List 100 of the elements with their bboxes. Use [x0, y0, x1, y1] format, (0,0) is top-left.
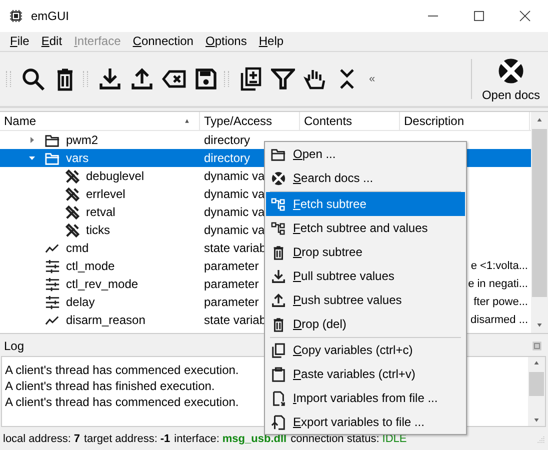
resize-grip-icon[interactable]: [535, 434, 545, 444]
filter-icon[interactable]: [271, 67, 295, 92]
copy-icon: [271, 342, 286, 358]
hand-icon[interactable]: [303, 67, 327, 92]
window-title: emGUI: [31, 9, 70, 23]
column-header[interactable]: Name: [0, 112, 200, 130]
menu-item[interactable]: Pull subtree values: [266, 264, 465, 288]
trash-icon: [271, 316, 286, 332]
status-label: interface:: [174, 433, 220, 446]
save-icon[interactable]: [194, 67, 218, 92]
menu-item[interactable]: Open ...: [266, 142, 465, 166]
tree-icon: [271, 220, 286, 236]
search-icon[interactable]: [21, 67, 45, 92]
scrollbar[interactable]: [531, 112, 548, 334]
overflow-button[interactable]: «: [369, 73, 376, 86]
scroll-down-icon[interactable]: [532, 417, 541, 424]
description-text: e <1:volta...: [470, 260, 528, 272]
lifebuoy-icon: [271, 170, 286, 186]
item-name[interactable]: disarm_reason: [66, 313, 146, 328]
float-panel-icon[interactable]: [532, 341, 542, 352]
menu-item[interactable]: Search docs ...: [266, 166, 465, 190]
menu-item[interactable]: File: [4, 34, 36, 48]
upload-icon: [271, 292, 286, 308]
description-text: fter powe...: [474, 296, 528, 308]
scroll-up-icon[interactable]: [535, 117, 544, 124]
sliders-icon: [45, 294, 60, 310]
tools-icon: [65, 222, 80, 238]
menu-item[interactable]: Fetch subtree and values: [266, 216, 465, 240]
column-header[interactable]: Contents: [300, 112, 400, 130]
menu-item[interactable]: Copy variables (ctrl+c): [266, 338, 465, 362]
menu-item[interactable]: Export variables to file ...: [266, 410, 465, 434]
folder-icon: [45, 150, 60, 166]
file-import-icon: [271, 390, 286, 406]
type-text: parameter: [204, 277, 259, 292]
item-name[interactable]: ctl_mode: [66, 259, 115, 274]
clipboard-icon: [271, 366, 286, 382]
tree-icon: [271, 196, 286, 212]
panel-title: Log: [4, 339, 24, 354]
status-value: msg_usb.dll: [222, 433, 287, 446]
item-name[interactable]: ticks: [86, 223, 110, 238]
type-text: directory: [204, 133, 250, 148]
item-name[interactable]: debuglevel: [86, 169, 144, 184]
menu-item[interactable]: Push subtree values: [266, 288, 465, 312]
menu-item[interactable]: Drop subtree: [266, 240, 465, 264]
open-docs-button[interactable]: Open docs: [478, 56, 548, 102]
tools-icon: [65, 168, 80, 184]
tools-icon: [65, 186, 80, 202]
file-export-icon: [271, 414, 286, 430]
menu-item[interactable]: Import variables from file ...: [266, 386, 465, 410]
item-name[interactable]: pwm2: [66, 133, 98, 148]
status-label: local address:: [3, 433, 71, 446]
trash-icon: [271, 244, 286, 260]
item-name[interactable]: retval: [86, 205, 116, 220]
log-line: A client's thread has commenced execution.: [5, 394, 239, 410]
scroll-up-icon[interactable]: [532, 360, 541, 366]
column-header[interactable]: Description: [400, 112, 530, 130]
menu-item[interactable]: Connection: [126, 34, 200, 48]
item-name[interactable]: vars: [66, 151, 89, 166]
menu-item[interactable]: Help: [252, 34, 290, 48]
chip-icon: [8, 8, 24, 24]
lifebuoy-icon: [496, 56, 525, 85]
status-value: 7: [74, 433, 80, 446]
item-name[interactable]: errlevel: [86, 187, 126, 202]
sliders-icon: [45, 276, 60, 292]
document-add-icon[interactable]: [239, 67, 263, 92]
download-icon: [271, 268, 286, 284]
item-name[interactable]: ctl_rev_mode: [66, 277, 138, 292]
status-value: -1: [160, 433, 170, 446]
download-icon[interactable]: [98, 67, 122, 92]
type-text: directory: [204, 151, 250, 166]
log-line: A client's thread has finished execution.: [5, 378, 215, 394]
menu-item[interactable]: Options: [199, 34, 253, 48]
status-label: target address:: [84, 433, 158, 446]
status-label: connection status:: [290, 433, 380, 446]
log-line: A client's thread has commenced execution.: [5, 362, 239, 378]
type-text: parameter: [204, 259, 259, 274]
description-text: disarmed ...: [470, 314, 528, 326]
scroll-thumb[interactable]: [529, 372, 544, 396]
item-name[interactable]: delay: [66, 295, 95, 310]
type-text: parameter: [204, 295, 259, 310]
collapsed-arrow-icon[interactable]: [28, 136, 36, 144]
column-header[interactable]: Type/Access: [200, 112, 300, 130]
menu-item[interactable]: Edit: [35, 34, 68, 48]
menu-item[interactable]: Fetch subtree: [266, 192, 465, 216]
type-text: dynamic va: [204, 169, 265, 184]
description-text: e in negati...: [468, 278, 528, 290]
tools-icon: [65, 204, 80, 220]
item-name[interactable]: cmd: [66, 241, 89, 256]
type-text: dynamic va: [204, 187, 265, 202]
expanded-arrow-icon[interactable]: [28, 154, 36, 162]
menu-item[interactable]: Paste variables (ctrl+v): [266, 362, 465, 386]
scroll-down-icon[interactable]: [535, 322, 544, 328]
scroll-thumb[interactable]: [532, 129, 547, 298]
sliders-icon: [45, 258, 60, 274]
folder-icon: [271, 146, 286, 162]
scrollbar[interactable]: [528, 357, 545, 426]
type-text: dynamic va: [204, 223, 265, 238]
upload-icon[interactable]: [130, 67, 154, 92]
type-text: dynamic va: [204, 205, 265, 220]
menu-item[interactable]: Drop (del): [266, 312, 465, 336]
